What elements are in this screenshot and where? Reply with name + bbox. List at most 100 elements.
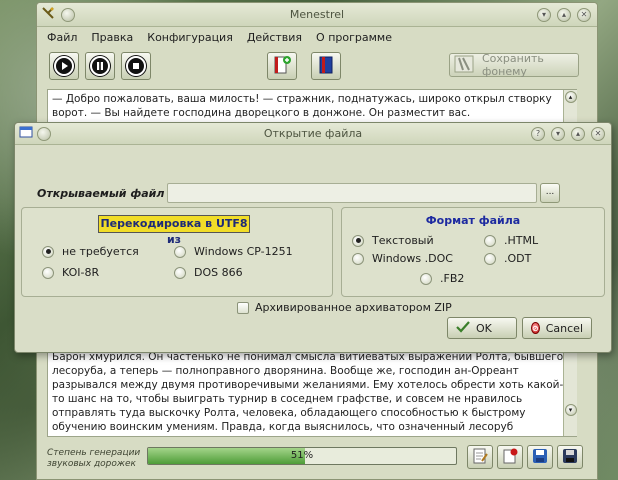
radio-no-recode[interactable]: не требуется (42, 245, 139, 258)
cancel-button[interactable]: ⊘ Cancel (522, 317, 592, 339)
pause-icon (90, 56, 110, 76)
save-phoneme-label: Сохранить фонему (482, 52, 544, 78)
play-icon (54, 56, 74, 76)
window-menu-button[interactable] (61, 7, 75, 22)
dialog-minimize-button[interactable]: ▾ (551, 126, 565, 141)
radio-label: Текстовый (372, 234, 434, 247)
dialog-title: Открытие файла (263, 127, 363, 140)
menu-about[interactable]: О программе (316, 31, 392, 44)
browse-button[interactable]: ... (540, 183, 560, 203)
menubar: Файл Правка Конфигурация Действия О прог… (37, 27, 597, 47)
bottom-bar: Степень генерации звуковых дорожек 51% (37, 439, 597, 479)
radio-label: не требуется (62, 245, 139, 258)
file-label: Открываемый файл (37, 186, 165, 200)
radio-label: .ODT (504, 252, 532, 265)
book-button[interactable] (311, 52, 341, 80)
radio-label: DOS 866 (194, 266, 243, 279)
radio-label: Windows CP-1251 (194, 245, 293, 258)
encoding-group: Перекодировка в UTF8 из не требуется Win… (21, 207, 333, 297)
dialog-close-button[interactable]: ✕ (591, 126, 605, 141)
main-text-content: Барон хмурился. Он частенько не понимал … (52, 351, 564, 436)
radio-dos866[interactable]: DOS 866 (174, 266, 243, 279)
radio-indicator (352, 234, 364, 247)
radio-indicator (42, 245, 54, 258)
radio-indicator (174, 266, 186, 279)
notepad-icon (472, 448, 488, 467)
radio-indicator (484, 234, 496, 247)
file-path-input[interactable] (167, 183, 537, 203)
close-button[interactable]: ✕ (577, 7, 591, 22)
minimize-button[interactable]: ▾ (537, 7, 551, 22)
zip-label: Архивированное архиватором ZIP (255, 301, 452, 314)
stop-icon (126, 56, 146, 76)
generation-progress-bar: 51% (147, 447, 457, 465)
zip-checkbox[interactable] (237, 301, 249, 314)
radio-label: .HTML (504, 234, 539, 247)
top-text-area[interactable]: — Добро пожаловать, ваша милость! — стра… (47, 89, 577, 125)
radio-koi8r[interactable]: KOI-8R (42, 266, 99, 279)
radio-label: Windows .DOC (372, 252, 453, 265)
record-button[interactable] (497, 445, 523, 469)
dialog-maximize-button[interactable]: ▴ (571, 126, 585, 141)
radio-label: .FB2 (440, 272, 465, 285)
dialog-titlebar: Открытие файла ? ▾ ▴ ✕ (15, 123, 611, 145)
record-document-icon (502, 448, 518, 467)
checkmark-icon (456, 320, 470, 336)
maximize-button[interactable]: ▴ (557, 7, 571, 22)
format-group-title: Формат файла (425, 214, 521, 227)
save-phoneme-icon (454, 54, 476, 77)
dialog-menu-button[interactable] (37, 126, 51, 141)
save-as-button[interactable] (557, 445, 583, 469)
menu-config[interactable]: Конфигурация (147, 31, 233, 44)
radio-html[interactable]: .HTML (484, 234, 538, 247)
top-scrollbar[interactable]: ▴ (563, 90, 577, 124)
save-phoneme-button[interactable]: Сохранить фонему (449, 52, 579, 78)
radio-indicator (174, 245, 186, 258)
main-text-area[interactable]: Барон хмурился. Он частенько не понимал … (47, 347, 577, 437)
open-file-dialog: Открытие файла ? ▾ ▴ ✕ Открываемый файл … (14, 122, 612, 353)
radio-odt[interactable]: .ODT (484, 252, 531, 265)
file-row: Открываемый файл ... (37, 183, 560, 203)
radio-indicator (352, 252, 364, 265)
pause-button[interactable] (85, 52, 115, 80)
radio-indicator (420, 272, 432, 285)
new-document-button[interactable] (267, 52, 297, 80)
radio-indicator (484, 252, 496, 265)
top-text-content: — Добро пожаловать, ваша милость! — стра… (52, 93, 552, 119)
stop-button[interactable] (121, 52, 151, 80)
scroll-down-icon[interactable]: ▾ (564, 404, 577, 416)
format-group: Формат файла Текстовый .HTML Windows .DO… (341, 207, 605, 297)
radio-doc[interactable]: Windows .DOC (352, 252, 453, 265)
ok-label: OK (476, 321, 492, 335)
disk-dark-icon (562, 448, 578, 467)
cancel-label: Cancel (545, 321, 583, 335)
dialog-app-icon (19, 125, 33, 142)
radio-cp1251[interactable]: Windows CP-1251 (174, 245, 293, 258)
save-button[interactable] (527, 445, 553, 469)
toolbar: Сохранить фонему (37, 47, 597, 85)
encoding-group-title: Перекодировка в UTF8 из (98, 215, 250, 246)
scroll-up-icon[interactable]: ▴ (564, 91, 577, 103)
menu-edit[interactable]: Правка (91, 31, 133, 44)
menu-file[interactable]: Файл (47, 31, 77, 44)
new-document-icon (272, 55, 292, 78)
main-scrollbar[interactable]: ▾ (563, 348, 577, 436)
cancel-icon: ⊘ (531, 322, 540, 334)
zip-checkbox-row[interactable]: Архивированное архиватором ZIP (237, 301, 452, 314)
radio-fb2[interactable]: .FB2 (420, 272, 464, 285)
play-button[interactable] (49, 52, 79, 80)
edit-text-button[interactable] (467, 445, 493, 469)
book-icon (316, 55, 336, 78)
help-button[interactable]: ? (531, 126, 545, 141)
window-title: Menestrel (289, 8, 345, 21)
generation-label: Степень генерации звуковых дорожек (47, 448, 141, 469)
menu-actions[interactable]: Действия (247, 31, 302, 44)
ok-button[interactable]: OK (447, 317, 517, 339)
main-titlebar: Menestrel ▾ ▴ ✕ (37, 3, 597, 27)
radio-label: KOI-8R (62, 266, 100, 279)
app-logo-icon (41, 6, 55, 23)
disk-icon (532, 448, 548, 467)
progress-text: 51% (290, 450, 314, 461)
radio-text[interactable]: Текстовый (352, 234, 434, 247)
radio-indicator (42, 266, 54, 279)
